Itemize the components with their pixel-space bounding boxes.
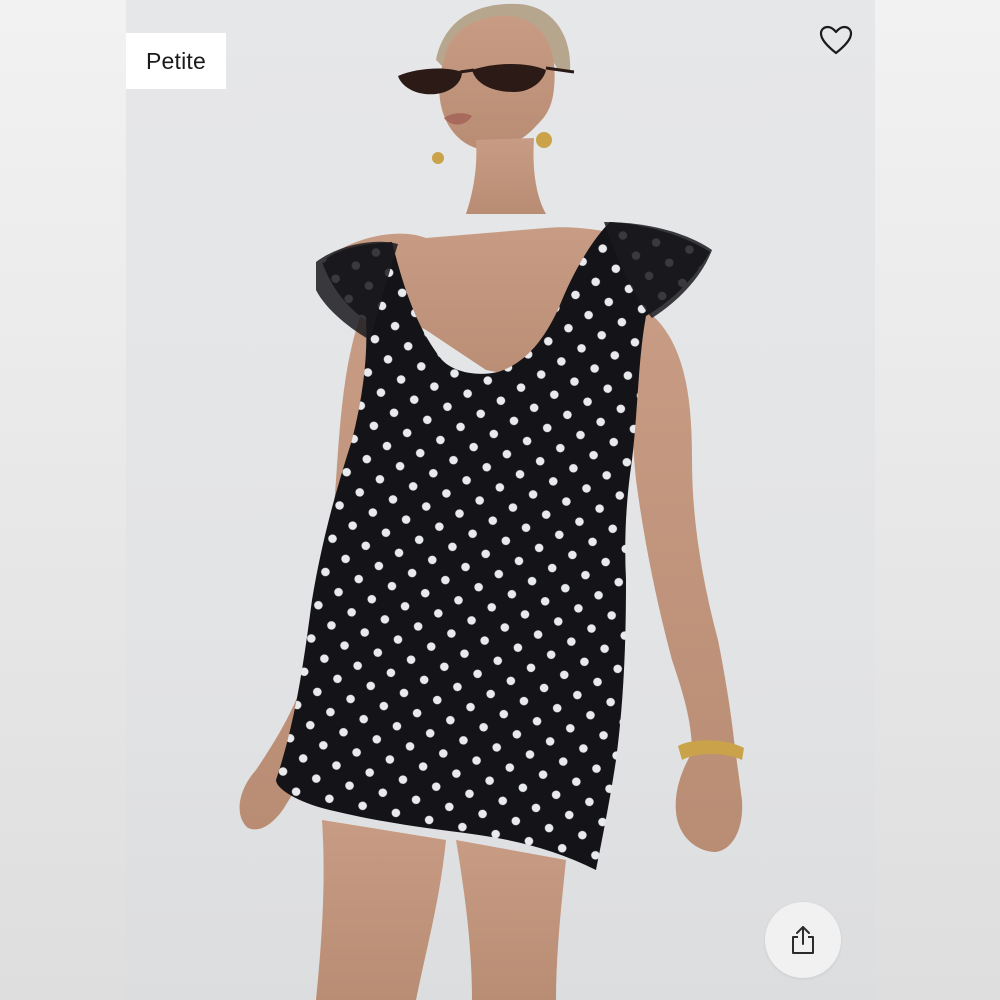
left-margin — [0, 0, 126, 1000]
share-icon — [792, 926, 814, 954]
share-button[interactable] — [765, 902, 841, 978]
badge-label: Petite — [145, 47, 206, 74]
model-illustration — [239, 3, 744, 1000]
heart-outline-icon — [819, 25, 853, 55]
product-photo — [126, 0, 875, 1000]
petite-badge: Petite — [126, 33, 226, 89]
favorite-button[interactable] — [814, 18, 858, 62]
right-margin — [875, 0, 1000, 1000]
